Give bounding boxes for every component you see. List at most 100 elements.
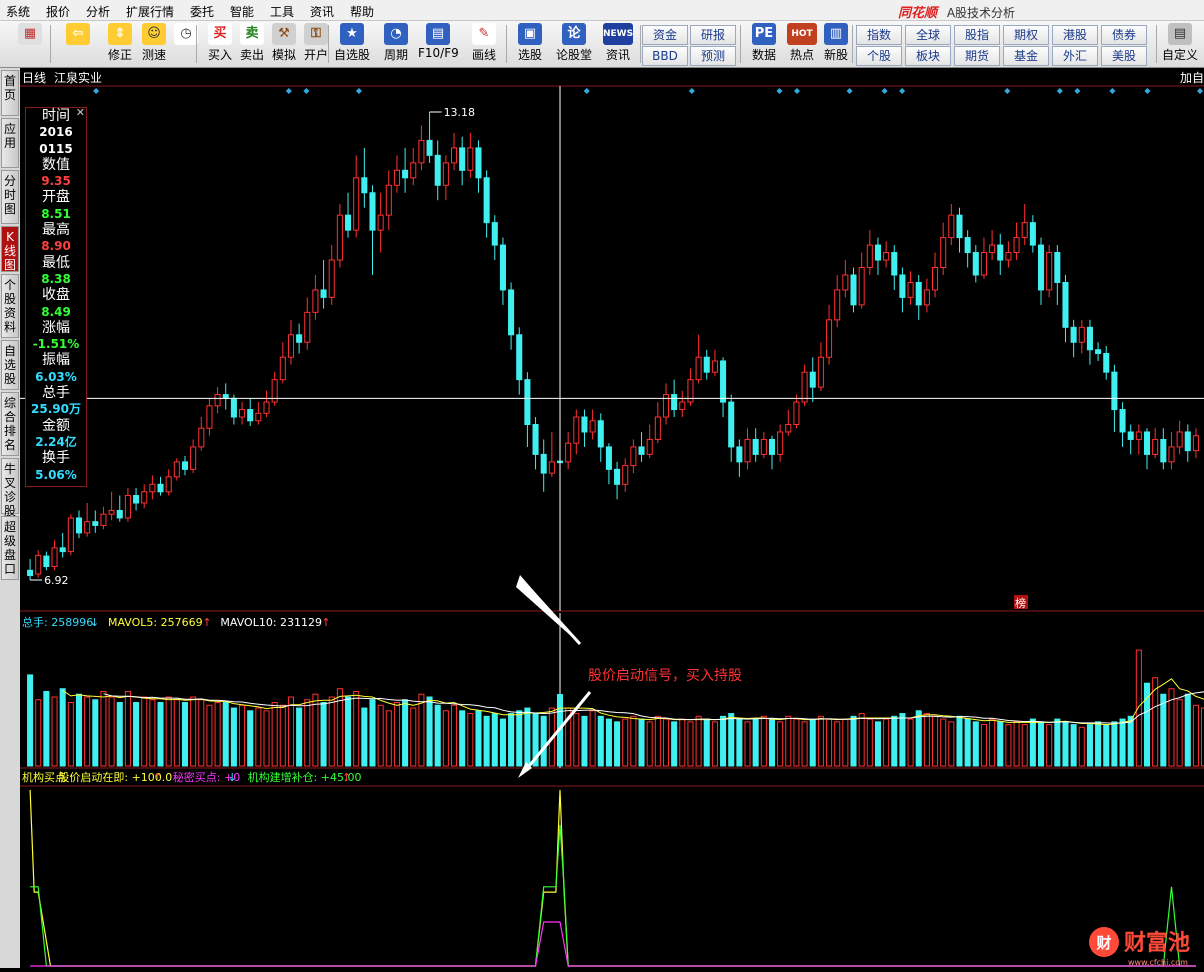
market-button-9[interactable]: 基金 (1003, 46, 1049, 66)
market-button-5[interactable]: 债券 (1101, 25, 1147, 45)
toolbar-button-论股堂[interactable]: 论论股堂 (554, 23, 594, 65)
volume-bar (541, 716, 546, 766)
menu-6[interactable]: 工具 (270, 3, 294, 20)
quick-button-3[interactable]: 预测 (690, 46, 736, 66)
left-tab-0[interactable]: 首页 (1, 70, 19, 116)
candle-body (598, 421, 603, 447)
left-tab-8[interactable]: 超级盘口 (1, 516, 19, 580)
volume-bar (924, 714, 929, 766)
volume-bar (321, 703, 326, 766)
volume-bar (615, 722, 620, 766)
menu-5[interactable]: 智能 (230, 3, 254, 20)
close-icon[interactable]: ✕ (76, 105, 85, 121)
market-button-8[interactable]: 期货 (954, 46, 1000, 66)
left-tab-5[interactable]: 自选股 (1, 340, 19, 390)
left-tab-6[interactable]: 综合排名 (1, 392, 19, 456)
candle-body (93, 522, 98, 526)
market-button-2[interactable]: 股指 (954, 25, 1000, 45)
market-button-6[interactable]: 个股 (856, 46, 902, 66)
market-button-3[interactable]: 期权 (1003, 25, 1049, 45)
signal-diamond-icon (584, 88, 590, 94)
volume-bar (794, 719, 799, 766)
volume-bar (843, 719, 848, 766)
info-key: 振幅 (26, 352, 86, 368)
candle-body (875, 245, 880, 260)
toolbar-separator (852, 25, 853, 63)
volume-bar (36, 700, 41, 766)
quick-button-0[interactable]: 资金 (642, 25, 688, 45)
volume-bar (248, 711, 253, 766)
candle-body (256, 413, 261, 420)
chart-period-label: 日线 (22, 71, 46, 85)
candle-body (949, 215, 954, 237)
volume-bar (435, 705, 440, 766)
menu-0[interactable]: 系统 (6, 3, 30, 20)
left-tab-1[interactable]: 应用 (1, 118, 19, 168)
left-tab-2[interactable]: 分时图 (1, 170, 19, 224)
toolbar-button-资讯[interactable]: NEWS资讯 (598, 23, 638, 65)
toolbar-button-F10/F9[interactable]: ▤F10/F9 (418, 23, 458, 65)
menu-4[interactable]: 委托 (190, 3, 214, 20)
toolbar-button-grid[interactable]: ▦ (10, 23, 50, 65)
volume-bar (223, 703, 228, 766)
toolbar-button-选股[interactable]: ▣选股 (510, 23, 550, 65)
candle-body (981, 253, 986, 275)
volume-bar (990, 719, 995, 766)
menu-3[interactable]: 扩展行情 (126, 3, 174, 20)
quick-button-2[interactable]: BBD (642, 46, 688, 66)
signal-diamond-icon (882, 88, 888, 94)
market-button-4[interactable]: 港股 (1052, 25, 1098, 45)
toolbar-button-画线[interactable]: ✎画线 (464, 23, 504, 65)
toolbar-separator (328, 25, 329, 63)
info-value: 6.03% (26, 369, 86, 385)
stock-name: 江泉实业 (54, 70, 102, 85)
volume-bar (150, 700, 155, 766)
low-price-label: 6.92 (44, 574, 68, 587)
market-button-10[interactable]: 外汇 (1052, 46, 1098, 66)
candle-body (191, 447, 196, 469)
volume-bar (101, 691, 106, 766)
left-tab-3[interactable]: K线图 (1, 226, 19, 272)
chart-area[interactable]: 日线江泉实业加自13.186.92榜总手: 258996↓MAVOL5: 257… (20, 68, 1204, 968)
signal-diamond-icon (899, 88, 905, 94)
menu-2[interactable]: 分析 (86, 3, 110, 20)
left-tab-7[interactable]: 牛叉诊股 (1, 458, 19, 514)
volume-bar (1014, 722, 1019, 766)
candle-body (85, 522, 90, 533)
volume-bar (362, 708, 367, 766)
candle-body (199, 428, 204, 447)
toolbar-button-自选股[interactable]: ★自选股 (332, 23, 372, 65)
toolbar-button-自定义[interactable]: ▤自定义 (1160, 23, 1200, 65)
signal-diamond-icon (1074, 88, 1080, 94)
toolbar-button-周期[interactable]: ◔周期 (376, 23, 416, 65)
toolbar-button-back-arrow[interactable]: ⇦ (58, 23, 98, 65)
market-button-7[interactable]: 板块 (905, 46, 951, 66)
candle-body (443, 163, 448, 185)
left-tab-4[interactable]: 个股资料 (1, 274, 19, 338)
market-button-0[interactable]: 指数 (856, 25, 902, 45)
volume-bar (769, 719, 774, 766)
news-icon: NEWS (603, 23, 633, 45)
volume-bar (394, 703, 399, 766)
menu-8[interactable]: 帮助 (350, 3, 374, 20)
market-button-11[interactable]: 美股 (1101, 46, 1147, 66)
candle-body (778, 432, 783, 454)
info-key: 最高 (26, 222, 86, 238)
volume-bar (28, 675, 33, 766)
candle-body (68, 518, 73, 552)
add-watchlist-label[interactable]: 加自 (1180, 71, 1204, 85)
candle-body (60, 548, 65, 552)
volume-bar (729, 714, 734, 766)
toolbar-button-开户[interactable]: ⚿开户 (296, 23, 336, 65)
market-button-1[interactable]: 全球 (905, 25, 951, 45)
volume-bar (631, 716, 636, 766)
toolbar-button-数据[interactable]: PE数据 (744, 23, 784, 65)
menu-7[interactable]: 资讯 (310, 3, 334, 20)
volume-bar (598, 716, 603, 766)
menu-1[interactable]: 报价 (46, 3, 70, 20)
quick-button-1[interactable]: 研报 (690, 25, 736, 45)
kline-chart-svg[interactable]: 日线江泉实业加自13.186.92榜总手: 258996↓MAVOL5: 257… (20, 68, 1204, 968)
volume-bar (1087, 725, 1092, 766)
toolbar-button-新股[interactable]: ▥新股 (816, 23, 856, 65)
signal-diamond-icon (1144, 88, 1150, 94)
